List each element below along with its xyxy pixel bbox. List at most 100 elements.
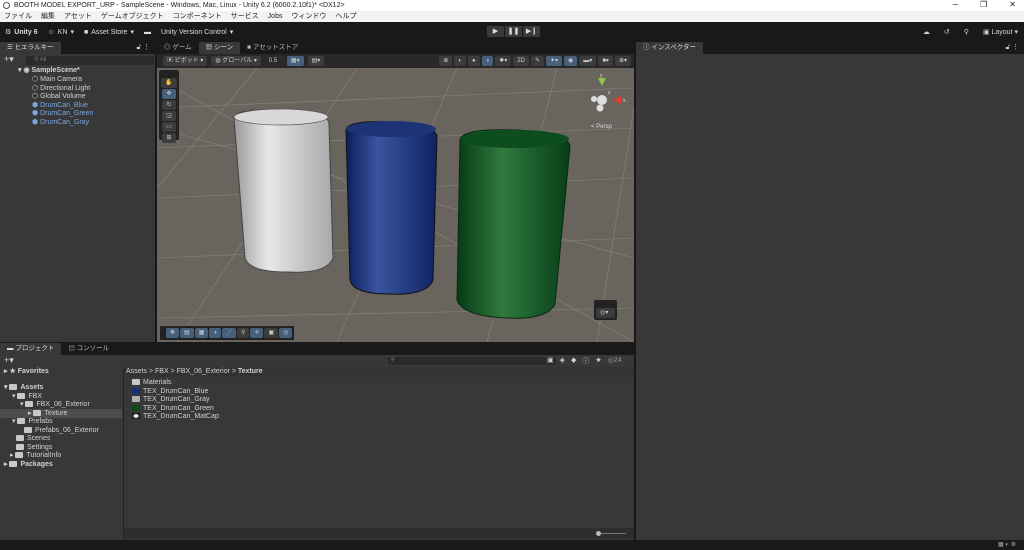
move-tool[interactable]: ✥	[162, 89, 176, 99]
menu-assets[interactable]: アセット	[64, 11, 92, 22]
global-dropdown[interactable]: ◍ グローバル ▾	[211, 56, 261, 66]
menu-jobs[interactable]: Jobs	[268, 11, 283, 22]
overlay-zoom-button[interactable]: ⚲	[237, 328, 250, 338]
toolbar-right: ☁ ↺ ⚲ ▣ Layout ▾	[923, 22, 1018, 42]
file-label: Materials	[143, 379, 172, 386]
rotate-tool[interactable]: ↻	[162, 100, 176, 110]
project-footer	[124, 528, 634, 539]
menu-component[interactable]: コンポーネント	[173, 11, 222, 22]
close-button[interactable]: ✕	[1009, 0, 1016, 11]
search-by-type-icon[interactable]: ▣	[547, 356, 554, 366]
window-controls: ─ ❐ ✕	[952, 0, 1016, 11]
search-icon[interactable]: ⚲	[964, 28, 969, 36]
tab-scene[interactable]: ▦ シーン	[198, 42, 241, 54]
tab-asset-store[interactable]: ■ アセットストア	[240, 42, 305, 54]
tab-project[interactable]: ▬ プロジェクト	[0, 343, 62, 355]
version-control-dropdown[interactable]: Unity Version Control ▾	[161, 28, 233, 37]
menu-help[interactable]: ヘルプ	[335, 11, 356, 22]
wireframe-shading-button[interactable]: ⊕	[439, 56, 453, 66]
favorite-star-icon[interactable]: ★	[595, 356, 601, 366]
project-panel: ▬ プロジェクト ▤ コンソール +▾ ⚲ ▣ ◈ ◆ ⓘ ★ ◎24 ▸ ★ Favor…	[0, 343, 634, 540]
play-button[interactable]: ▶	[487, 26, 504, 37]
step-button[interactable]: ▶❙	[523, 26, 540, 37]
cloud-icon[interactable]: ☁	[923, 28, 930, 36]
file-item[interactable]: TEX_DrumCan_MatCap	[132, 412, 219, 421]
inspector-lock-icon[interactable]: 🔓︎ ⋮	[1006, 42, 1024, 54]
tab-inspector[interactable]: ⓘ インスペクター	[636, 42, 703, 54]
scene-viewport[interactable]: y x z < Persp ✋ ✥ ↻ ◲ ▭ ⊞ ✥ ▤ ▦ ◑ ⋰ ⚲ ✛ ▣ ◎ ◎▾	[157, 68, 634, 342]
account-dropdown[interactable]: ☺ KN ▾	[48, 28, 74, 37]
unlit-shading-button[interactable]: ●	[468, 56, 480, 66]
history-icon[interactable]: ↺	[944, 28, 950, 36]
grid-button[interactable]: ▤▾	[307, 56, 325, 66]
lit-shading-button[interactable]: ◑	[481, 56, 494, 66]
pause-button[interactable]: ❚❚	[505, 26, 522, 37]
menu-edit[interactable]: 編集	[41, 11, 55, 22]
gizmo-x-label: x	[623, 98, 626, 104]
search-by-label-icon[interactable]: ◈	[560, 356, 565, 366]
overlay-lit-button[interactable]: ◑	[209, 328, 221, 338]
tag-icon[interactable]: ◆	[571, 356, 576, 366]
tree-item[interactable]: ▸ Packages	[4, 460, 53, 469]
minimize-button[interactable]: ─	[952, 0, 958, 11]
camera-mode-dropdown[interactable]: ◎▾	[596, 308, 615, 318]
debug-draw-mode-button[interactable]: ✹▾	[495, 56, 512, 66]
grid-snap-button[interactable]: ▦▾	[286, 56, 304, 66]
tab-hierarchy[interactable]: ☰ ヒエラルキー	[0, 42, 61, 54]
layout-dropdown[interactable]: ▣ Layout ▾	[983, 28, 1018, 36]
project-add-button[interactable]: +▾	[4, 356, 14, 365]
breadcrumb-item[interactable]: FBX_06_Exterior	[177, 368, 230, 375]
pivot-label: ピボット	[174, 58, 199, 64]
tab-game[interactable]: ◎ ゲーム	[157, 42, 199, 54]
tab-console[interactable]: ▤ コンソール	[61, 343, 116, 355]
breadcrumb-current[interactable]: Texture	[238, 368, 263, 375]
scene-root[interactable]: ▾ ◉ SampleScene*	[18, 66, 80, 75]
playback-controls: ▶ ❚❚ ▶❙	[487, 26, 540, 37]
camera-dropdown[interactable]: ▬▾	[579, 56, 597, 66]
overlay-move-button[interactable]: ✥	[166, 328, 180, 338]
status-icons[interactable]: ▦ ◐ ⚙	[998, 541, 1016, 548]
file-label: TEX_DrumCan_MatCap	[143, 413, 219, 420]
splitter[interactable]	[123, 367, 124, 540]
maximize-button[interactable]: ❐	[980, 0, 987, 11]
hierarchy-item[interactable]: ⬢ DrumCan_Gray	[32, 118, 89, 127]
project-search[interactable]: ⚲	[388, 357, 556, 365]
persp-label[interactable]: < Persp	[591, 124, 613, 130]
pivot-dropdown[interactable]: ▣ ピボット ▾	[163, 56, 208, 66]
effects-dropdown[interactable]: ✦▾	[546, 56, 563, 66]
overlay-snap-button[interactable]: ⋰	[222, 328, 236, 338]
2d-toggle[interactable]: 2D	[513, 56, 529, 66]
hand-tool[interactable]: ✋	[161, 78, 177, 88]
scale-tool[interactable]: ◲	[162, 111, 176, 121]
gizmos-dropdown[interactable]: ⊕▾	[614, 56, 631, 66]
visibility-toggle[interactable]: ◉	[564, 56, 578, 66]
menu-file[interactable]: ファイル	[4, 11, 32, 22]
menu-services[interactable]: サービス	[231, 11, 259, 22]
rect-tool[interactable]: ▭	[162, 122, 176, 132]
overlay-align-button[interactable]: ▤	[180, 328, 194, 338]
hierarchy-search[interactable]: ⚲ All	[26, 56, 154, 65]
add-button[interactable]: +▾	[4, 55, 14, 64]
tree-label: Packages	[20, 460, 53, 468]
menu-gameobject[interactable]: ゲームオブジェクト	[101, 11, 164, 22]
transform-tool[interactable]: ⊞	[162, 133, 176, 143]
shaded-wireframe-button[interactable]: ◐	[454, 56, 466, 66]
info-icon[interactable]: ⓘ	[582, 356, 589, 366]
breadcrumb-item[interactable]: FBX	[155, 368, 169, 375]
unity-version-button[interactable]: ⚙ Unity 6	[5, 28, 38, 37]
icon-size-slider-thumb[interactable]	[596, 531, 601, 536]
menu-window[interactable]: ウィンドウ	[291, 11, 326, 22]
overlay-pan-button[interactable]: ✛	[250, 328, 264, 338]
lock-icon[interactable]: 🔓︎ ⋮	[137, 42, 155, 54]
package-button[interactable]: ▬	[144, 29, 151, 36]
orientation-gizmo[interactable]	[591, 78, 621, 112]
overlays-dropdown[interactable]: ■▾	[598, 56, 613, 66]
overlay-grid-button[interactable]: ▦	[194, 328, 209, 338]
asset-store-dropdown[interactable]: ■ Asset Store ▾	[84, 28, 134, 37]
lighting-toggle[interactable]: ✎	[530, 56, 544, 66]
overlay-camera-button[interactable]: ▣	[264, 328, 279, 338]
favorites-item[interactable]: ▸ ★ Favorites	[4, 367, 49, 376]
breadcrumb-item[interactable]: Assets	[126, 368, 147, 375]
snap-increment-field[interactable]: 0.5	[264, 56, 283, 66]
overlay-compass-button[interactable]: ◎	[279, 328, 293, 338]
